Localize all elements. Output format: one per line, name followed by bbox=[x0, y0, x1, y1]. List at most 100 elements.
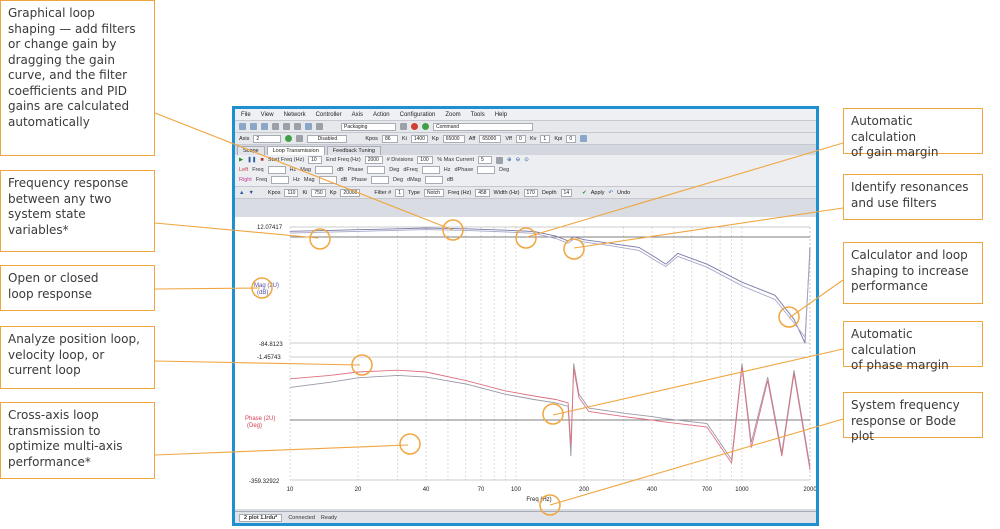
go-icon[interactable] bbox=[422, 123, 429, 130]
filter-toolbar: ▲ ▼ Kpos 110 Ki 750 Kp 20000 Filter # 1 … bbox=[235, 187, 816, 199]
help-icon[interactable] bbox=[316, 123, 323, 130]
copy-icon[interactable] bbox=[283, 123, 290, 130]
pause-icon[interactable]: ❚❚ bbox=[247, 157, 256, 163]
left-phase-field[interactable] bbox=[367, 166, 386, 174]
enable-icon[interactable] bbox=[285, 135, 293, 142]
kv-label: Kv bbox=[529, 135, 537, 142]
menu-file[interactable]: File bbox=[241, 112, 251, 118]
divisions-field[interactable]: 100 bbox=[417, 156, 434, 164]
open-icon[interactable] bbox=[250, 123, 257, 130]
grid-icon[interactable] bbox=[495, 156, 503, 164]
start-freq-field[interactable]: 10 bbox=[308, 156, 323, 164]
connect-icon[interactable] bbox=[400, 123, 407, 130]
tab-feedback-tuning[interactable]: Feedback Tuning bbox=[326, 146, 381, 155]
kp2-label: Kp bbox=[329, 189, 337, 196]
menu-view[interactable]: View bbox=[261, 112, 274, 118]
menu-configuration[interactable]: Configuration bbox=[400, 112, 436, 118]
kpi-field[interactable]: 0 bbox=[566, 134, 577, 143]
stop-icon[interactable] bbox=[411, 123, 418, 130]
plot-file-tab[interactable]: 2 plot 1.lrdu* bbox=[239, 513, 283, 522]
left-db-unit: dB bbox=[336, 167, 344, 173]
filter-type-select[interactable]: Notch bbox=[423, 188, 444, 197]
vff-field[interactable]: 0 bbox=[515, 134, 526, 143]
ki2-field[interactable]: 750 bbox=[311, 188, 326, 197]
save-icon[interactable] bbox=[261, 123, 268, 130]
menu-zoom[interactable]: Zoom bbox=[445, 112, 460, 118]
mag-min-label: -84.8123 bbox=[259, 342, 283, 348]
ready-status: Ready bbox=[320, 514, 337, 521]
menu-action[interactable]: Action bbox=[373, 112, 390, 118]
app-window: File View Network Controller Axis Action… bbox=[232, 106, 819, 526]
phase-series-1[interactable] bbox=[289, 363, 811, 467]
kp-field[interactable]: 65000 bbox=[442, 134, 465, 143]
zoom-out-icon[interactable]: ⊖ bbox=[516, 157, 521, 163]
new-icon[interactable] bbox=[239, 123, 246, 130]
zoom-fit-icon[interactable]: ⊙ bbox=[524, 157, 529, 163]
ki-field[interactable]: 1400 bbox=[410, 134, 428, 143]
command-field[interactable]: Command bbox=[433, 122, 533, 131]
zoom-in-icon[interactable]: ⊕ bbox=[507, 157, 512, 163]
filter-depth-field[interactable]: 14 bbox=[560, 188, 573, 197]
menu-tools[interactable]: Tools bbox=[471, 112, 485, 118]
mag-axis-label: Mag (2U) bbox=[254, 283, 279, 289]
tab-scope[interactable]: Scope bbox=[237, 146, 265, 155]
check-icon[interactable]: ✔ bbox=[582, 190, 587, 196]
kv-field[interactable]: 1 bbox=[540, 134, 551, 143]
kp2-field[interactable]: 20000 bbox=[340, 188, 361, 197]
undo-button[interactable]: Undo bbox=[617, 190, 630, 196]
left-hz-unit: Hz bbox=[289, 167, 297, 173]
motor-icon[interactable] bbox=[296, 135, 304, 142]
dphase-label: dPhase bbox=[454, 167, 474, 173]
menu-help[interactable]: Help bbox=[495, 112, 507, 118]
dmag-db-unit: dB bbox=[446, 177, 454, 183]
kpos2-field[interactable]: 110 bbox=[284, 188, 299, 197]
bode-plot[interactable]: 12.07417 -84.8123 -1.45743 -359.32922 Ma… bbox=[235, 217, 816, 509]
left-phase-label: Phase bbox=[347, 167, 364, 173]
left-freq-field[interactable] bbox=[267, 166, 286, 174]
ki-label: Ki bbox=[401, 135, 407, 142]
dfreq-field[interactable] bbox=[421, 166, 440, 174]
download-icon[interactable] bbox=[580, 135, 588, 142]
up-arrow-icon[interactable]: ▲ bbox=[239, 190, 244, 196]
left-mag-label: Mag bbox=[300, 167, 311, 173]
end-freq-field[interactable]: 2000 bbox=[364, 156, 383, 164]
max-current-field[interactable]: 5 bbox=[477, 156, 492, 164]
undo-icon[interactable]: ↶ bbox=[608, 190, 613, 196]
paste-icon[interactable] bbox=[294, 123, 301, 130]
bode-plot-svg[interactable]: 12.07417 -84.8123 -1.45743 -359.32922 Ma… bbox=[235, 217, 816, 509]
right-mag-field[interactable] bbox=[318, 176, 337, 184]
kpos-field[interactable]: 86 bbox=[381, 134, 398, 143]
dmag-label: dMag bbox=[407, 177, 421, 183]
filter-number-field[interactable]: 1 bbox=[395, 188, 405, 197]
aff-field[interactable]: 65000 bbox=[479, 134, 502, 143]
right-phase-label: Phase bbox=[351, 177, 367, 183]
play-icon[interactable]: ▶ bbox=[239, 157, 243, 163]
axis-state: Disabled bbox=[307, 134, 348, 143]
menu-network[interactable]: Network bbox=[284, 112, 306, 118]
magnitude-series-2[interactable] bbox=[289, 229, 811, 339]
magnitude-series-1[interactable] bbox=[289, 227, 811, 344]
print-icon[interactable] bbox=[305, 123, 312, 130]
filter-width-field[interactable]: 170 bbox=[523, 188, 538, 197]
tab-loop-transmission[interactable]: Loop Transmission bbox=[266, 146, 325, 155]
down-arrow-icon[interactable]: ▼ bbox=[248, 190, 253, 196]
menu-axis[interactable]: Axis bbox=[352, 112, 363, 118]
dmag-field[interactable] bbox=[424, 176, 443, 184]
left-mag-field[interactable] bbox=[314, 166, 333, 174]
x-tick-label: 2000 bbox=[803, 487, 816, 493]
x-axis-label: Freq (Hz) bbox=[526, 497, 551, 503]
right-freq-field[interactable] bbox=[271, 176, 290, 184]
callout-open-closed-loop: Open or closed loop response bbox=[0, 265, 155, 311]
axis-select[interactable]: 2 bbox=[253, 134, 282, 143]
main-toolbar: Packaging Command bbox=[235, 121, 816, 133]
stop-icon[interactable]: ■ bbox=[260, 157, 263, 163]
callout-resonances: Identify resonances and use filters bbox=[843, 174, 983, 220]
project-select[interactable]: Packaging bbox=[341, 122, 396, 131]
menu-controller[interactable]: Controller bbox=[316, 112, 342, 118]
cut-icon[interactable] bbox=[272, 123, 279, 130]
apply-button[interactable]: Apply bbox=[591, 190, 605, 196]
right-mag-label: Mag bbox=[303, 177, 315, 183]
dphase-field[interactable] bbox=[477, 166, 496, 174]
right-phase-field[interactable] bbox=[370, 176, 389, 184]
filter-freq-field[interactable]: 458 bbox=[475, 188, 490, 197]
